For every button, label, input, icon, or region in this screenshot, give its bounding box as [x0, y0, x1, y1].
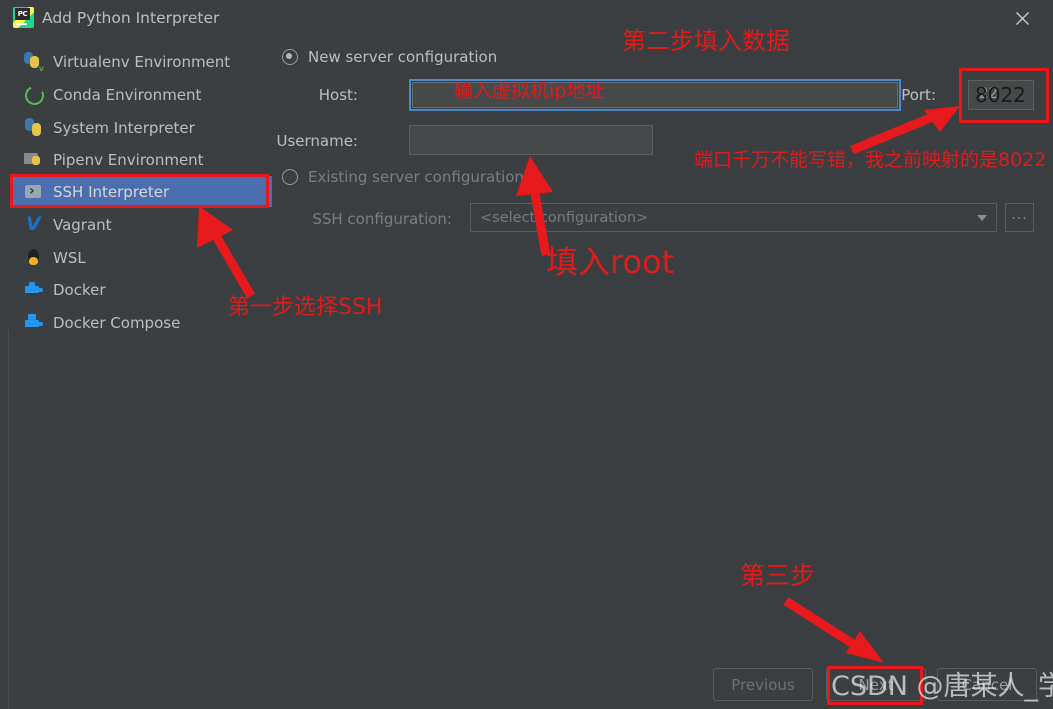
- annotation-username-hint: 填入root: [546, 243, 675, 281]
- port-label: Port:: [901, 86, 936, 104]
- ssh-configuration-browse-button[interactable]: ...: [1005, 203, 1034, 232]
- sidebar-item-label: Pipenv Environment: [53, 150, 204, 169]
- annotation-port-warning: 端口千万不能写错，我之前映射的是8022: [694, 149, 1047, 171]
- docker-compose-icon: [24, 313, 43, 332]
- annotation-step2: 第二步填入数据: [622, 27, 790, 55]
- sidebar-item-label: Docker Compose: [53, 313, 181, 332]
- annotation-arrow-username: [516, 156, 553, 256]
- sidebar-item-conda-environment[interactable]: Conda Environment: [10, 79, 272, 110]
- sidebar-item-label: Virtualenv Environment: [53, 52, 231, 71]
- chevron-down-icon: [977, 215, 987, 221]
- sidebar-item-label: System Interpreter: [53, 118, 195, 137]
- virtualenv-icon: v: [24, 52, 44, 73]
- sidebar-item-label: WSL: [53, 248, 86, 267]
- existing-server-configuration-radio[interactable]: [282, 169, 298, 185]
- username-input[interactable]: [409, 125, 653, 155]
- annotation-arrow-port: [850, 106, 960, 154]
- new-server-configuration-radio[interactable]: [282, 49, 298, 65]
- pycharm-icon: [13, 7, 34, 28]
- sidebar-item-pipenv-environment[interactable]: Pipenv Environment: [10, 144, 272, 175]
- annotation-step3: 第三步: [740, 561, 816, 590]
- title-bar: Add Python Interpreter: [0, 0, 1053, 36]
- linux-penguin-icon: [24, 248, 43, 267]
- sidebar-item-label: Vagrant: [53, 215, 112, 234]
- previous-button[interactable]: Previous: [713, 668, 813, 701]
- sidebar-item-label: Docker: [53, 280, 106, 299]
- annotation-port-box: [959, 68, 1049, 123]
- conda-icon: [24, 85, 43, 104]
- username-label: Username:: [276, 132, 358, 150]
- close-icon[interactable]: [999, 2, 1045, 34]
- vagrant-icon: [24, 213, 43, 235]
- csdn-watermark: CSDN @唐某人_学测试: [831, 671, 1053, 702]
- annotation-step1: 第一步选择SSH: [228, 295, 383, 320]
- pipenv-icon: [24, 150, 43, 169]
- annotation-arrow-next: [783, 597, 884, 663]
- sidebar-item-system-interpreter[interactable]: System Interpreter: [10, 112, 272, 143]
- python-icon: [24, 118, 43, 137]
- page-title: Add Python Interpreter: [42, 9, 220, 27]
- sidebar-item-virtualenv-environment[interactable]: v Virtualenv Environment: [10, 46, 272, 77]
- docker-icon: [24, 280, 43, 299]
- host-label: Host:: [318, 86, 358, 104]
- new-server-configuration-label[interactable]: New server configuration: [308, 47, 497, 67]
- annotation-host-hint: 输入虚拟机ip地址: [454, 80, 605, 102]
- sidebar-item-label: Conda Environment: [53, 85, 202, 104]
- existing-server-configuration-label[interactable]: Existing server configuration: [308, 167, 524, 187]
- annotation-arrow-ssh: [197, 206, 255, 299]
- add-python-interpreter-dialog: Add Python Interpreter v Virtualenv Envi…: [0, 0, 1053, 709]
- panel-divider: [8, 330, 9, 709]
